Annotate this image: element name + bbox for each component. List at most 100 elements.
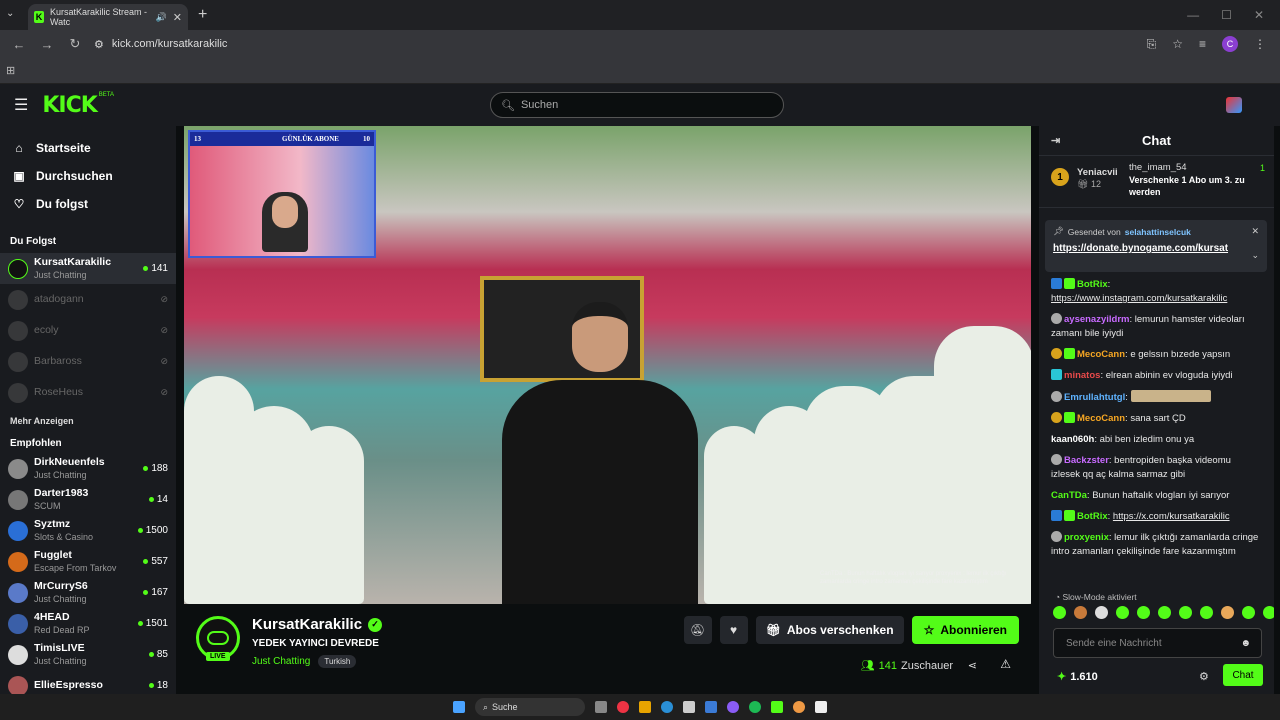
avatar [8, 351, 28, 372]
tab-list-chevron-icon[interactable]: ⌄ [6, 8, 14, 19]
search-input[interactable]: 🔍︎ Suchen [490, 92, 784, 118]
emote-icon[interactable] [1263, 606, 1274, 619]
emote-icon[interactable] [1137, 606, 1150, 619]
taskbar-search[interactable]: ⌕ Suche [475, 698, 585, 716]
report-warning-icon[interactable]: ⚠ [1000, 657, 1011, 671]
channel-name[interactable]: KursatKarakilic ✓ [252, 616, 383, 633]
gift-subs-button[interactable]: 🎁︎ Abos verschenken [755, 616, 904, 644]
file-explorer-icon[interactable] [639, 701, 651, 713]
share-icon[interactable]: ⋖ [968, 659, 977, 672]
emoji-picker-icon[interactable]: ☻ [1240, 638, 1251, 649]
emote-icon[interactable] [1221, 606, 1234, 619]
site-info-icon[interactable]: ⚙ [94, 38, 104, 51]
app-icon[interactable] [815, 701, 827, 713]
spotify-icon[interactable] [749, 701, 761, 713]
sidebar-channel[interactable]: Fugglet Escape From Tarkov 557 [0, 546, 176, 577]
emote-icon[interactable] [1242, 606, 1255, 619]
language-tag[interactable]: Turkish [318, 655, 357, 668]
browser-tab[interactable]: K KursatKarakilic Stream - Watc 🔊 ✕ [28, 4, 188, 30]
channel-points[interactable]: ✦ 1.610 [1057, 670, 1098, 684]
sidebar-channel[interactable]: 4HEAD Red Dead RP 1501 [0, 608, 176, 639]
sidebar-channel-offline[interactable]: Barbaross ⊘ [0, 346, 176, 377]
notification-mute-button[interactable]: 🔕︎ [683, 616, 712, 644]
sidebar-channel[interactable]: DirkNeuenfels Just Chatting 188 [0, 453, 176, 484]
avatar [8, 258, 28, 279]
unpin-icon[interactable]: ✕ [1251, 226, 1259, 237]
sidebar-channel[interactable]: EllieEspresso 18 [0, 670, 176, 694]
emote-icon[interactable] [1200, 606, 1213, 619]
emote-icon[interactable] [1158, 606, 1171, 619]
address-bar[interactable]: ⚙ kick.com/kursatkarakilic [94, 38, 227, 51]
chat-message: BotRix: https://www.instagram.com/kursatk… [1051, 278, 1228, 304]
tab-close-icon[interactable]: ✕ [173, 11, 182, 24]
task-view-icon[interactable] [595, 701, 607, 713]
chat-settings-gear-icon[interactable]: ⚙ [1199, 670, 1209, 683]
star-icon: ☆ [923, 623, 935, 637]
kick-logo[interactable]: KICK [42, 93, 97, 118]
sidebar-nav-browse[interactable]: ▣ Durchsuchen [0, 162, 176, 190]
translate-icon[interactable]: ⎘ [1147, 37, 1157, 52]
search-icon: ⌕ [483, 701, 489, 712]
sidebar-channel[interactable]: MrCurryS6 Just Chatting 167 [0, 577, 176, 608]
reload-icon[interactable]: ↻ [66, 36, 84, 52]
chat-message-input[interactable]: Sende eine Nachricht ☻ [1053, 628, 1262, 658]
sidebar-channel-offline[interactable]: ecoly ⊘ [0, 315, 176, 346]
follow-heart-button[interactable]: ♥ [719, 616, 748, 644]
emote-icon[interactable] [1053, 606, 1066, 619]
expand-pinned-chevron-icon[interactable]: ⌄ [1251, 250, 1259, 261]
user-avatar[interactable] [1226, 97, 1242, 113]
emote-icon[interactable] [1074, 606, 1087, 619]
new-tab-button[interactable]: + [198, 6, 207, 24]
avatar [8, 675, 28, 694]
menu-icon[interactable]: ⋮ [1254, 37, 1266, 51]
sidebar-channel-kursatkarakilic[interactable]: KursatKarakilic Just Chatting 141 [0, 253, 176, 284]
start-windows-icon[interactable] [453, 701, 465, 713]
kick-app-icon[interactable] [771, 701, 783, 713]
chat-message: proxyenix: lemur ilk çıktığı zamanlarda … [1051, 531, 1259, 557]
outlook-icon[interactable] [705, 701, 717, 713]
media-control-icon[interactable]: ≡ [1199, 37, 1206, 51]
copilot-icon[interactable] [617, 701, 629, 713]
discord-icon[interactable] [727, 701, 739, 713]
sidebar-channel[interactable]: Syztmz Slots & Casino 1500 [0, 515, 176, 546]
bookmark-star-icon[interactable]: ☆ [1172, 37, 1183, 51]
emote-icon[interactable] [1116, 606, 1129, 619]
back-icon[interactable]: ← [10, 37, 28, 52]
show-more-link[interactable]: Mehr Anzeigen [0, 408, 176, 426]
edge-icon[interactable] [661, 701, 673, 713]
tab-audio-icon[interactable]: 🔊 [156, 12, 167, 23]
gift-icon: 🎁︎ [765, 623, 781, 637]
bookmarks-bar: ⊞ [0, 58, 1280, 84]
chrome-icon[interactable] [793, 701, 805, 713]
collapse-chat-icon[interactable]: ⇥ [1051, 134, 1060, 147]
apps-grid-icon[interactable]: ⊞ [6, 64, 15, 77]
browse-icon: ▣ [13, 169, 25, 183]
sidebar-channel[interactable]: TimisLIVE Just Chatting 85 [0, 639, 176, 670]
sidebar-channel-offline[interactable]: RoseHeus ⊘ [0, 377, 176, 408]
category-link[interactable]: Just Chatting [252, 656, 310, 667]
offline-icon: ⊘ [160, 325, 168, 335]
heart-icon: ♥ [730, 623, 738, 637]
home-icon: ⌂ [15, 141, 23, 155]
sidebar-nav-following[interactable]: ♡ Du folgst [0, 190, 176, 218]
sidebar-channel-offline[interactable]: atadogann ⊘ [0, 284, 176, 315]
channel-info-bar: LIVE KursatKarakilic ✓ YEDEK YAYINCI DEV… [184, 604, 1031, 694]
minimize-icon[interactable]: — [1187, 8, 1199, 22]
sidebar-channel[interactable]: Darter1983 SCUM 14 [0, 484, 176, 515]
forward-icon[interactable]: → [38, 37, 56, 52]
search-placeholder: Suchen [520, 99, 559, 111]
profile-avatar-icon[interactable]: C [1222, 36, 1238, 52]
store-icon[interactable] [683, 701, 695, 713]
emote-icon[interactable] [1179, 606, 1192, 619]
maximize-icon[interactable]: ☐ [1221, 8, 1232, 22]
video-player[interactable]: 13 GÜNLÜK ABONE 10 CanTDa : Bunun haftal… [184, 126, 1031, 604]
close-window-icon[interactable]: ✕ [1254, 8, 1264, 22]
sidebar-nav-home[interactable]: ⌂ Startseite [0, 134, 176, 162]
send-chat-button[interactable]: Chat [1223, 664, 1263, 686]
pinned-link[interactable]: https://donate.bynogame.com/kursat [1053, 243, 1259, 254]
hamburger-menu-icon[interactable]: ☰ [14, 95, 28, 115]
emote-strip [1130, 390, 1211, 402]
live-badge: LIVE [206, 652, 230, 661]
emote-icon[interactable] [1095, 606, 1108, 619]
subscribe-button[interactable]: ☆ Abonnieren [911, 616, 1019, 644]
